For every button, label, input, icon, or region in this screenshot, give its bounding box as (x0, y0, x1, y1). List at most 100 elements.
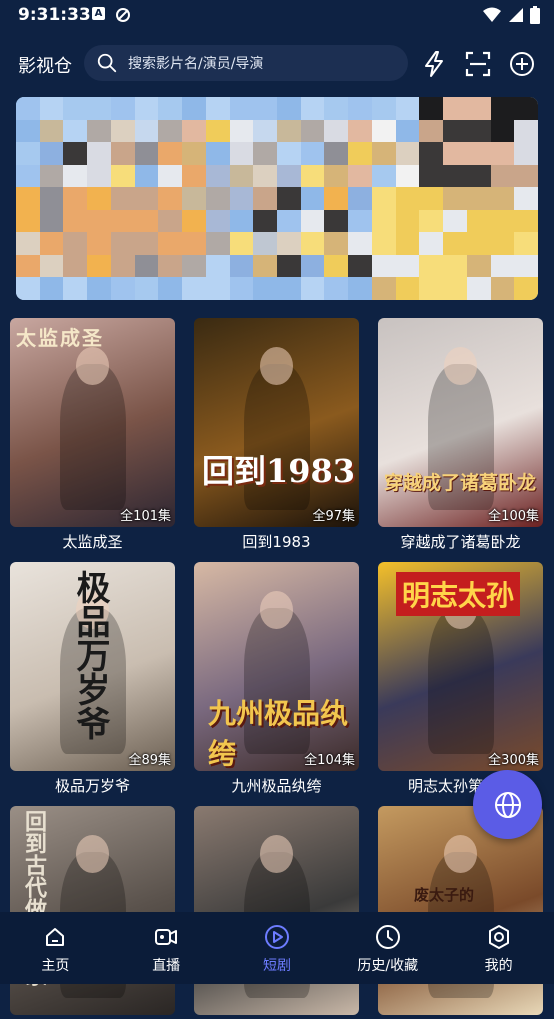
banner-pixel (16, 232, 40, 255)
banner-pixel (63, 232, 88, 255)
banner-pixel (490, 164, 515, 188)
video-card[interactable]: 九州极品纨绔 全104集 九州极品纨绔 (194, 562, 359, 796)
banner-pixel (63, 119, 88, 143)
banner-pixel (276, 277, 301, 300)
banner-pixel (443, 277, 467, 300)
banner-pixel (110, 97, 135, 120)
banner-pixel (16, 119, 40, 143)
video-card[interactable]: 极品万岁爷 全89集 极品万岁爷 (10, 562, 175, 796)
banner-pixel (324, 97, 349, 120)
banner-pixel (300, 142, 325, 165)
banner-pixel (395, 209, 420, 233)
nav-label: 短剧 (262, 958, 291, 974)
banner-pixel (87, 277, 111, 300)
banner-pixel (182, 277, 206, 300)
poster-title-art: 明志太孙 (396, 572, 521, 616)
nav-item-settings[interactable]: 我的 (443, 912, 554, 984)
banner-carousel[interactable] (16, 97, 538, 300)
banner-pixel (63, 254, 88, 278)
banner-pixel (229, 119, 254, 143)
banner-pixel (300, 209, 325, 233)
banner-pixel (371, 97, 396, 120)
banner-pixel (16, 187, 40, 210)
banner-pixel (514, 142, 538, 165)
banner-pixel (324, 187, 349, 210)
search-bar[interactable]: 搜索影片名/演员/导演 (84, 45, 408, 81)
video-card[interactable]: 太监成圣 全101集 太监成圣 (10, 318, 175, 552)
banner-pixel (182, 119, 206, 143)
status-system-icons (482, 6, 540, 24)
banner-pixel (205, 187, 230, 210)
banner-pixel (348, 119, 372, 143)
nav-item-home[interactable]: 主页 (0, 912, 111, 984)
video-card[interactable]: 穿越成了诸葛卧龙 全100集 穿越成了诸葛卧龙 (378, 318, 543, 552)
poster-face (76, 347, 109, 385)
banner-pixel (229, 232, 254, 255)
banner-pixel (253, 164, 277, 188)
banner-pixel (324, 232, 349, 255)
banner-pixel (158, 232, 183, 255)
search-placeholder: 搜索影片名/演员/导演 (128, 56, 264, 72)
nav-label: 直播 (152, 958, 181, 974)
banner-pixel (182, 209, 206, 233)
banner-pixel (466, 277, 491, 300)
banner-pixel (490, 119, 515, 143)
video-card[interactable]: 明志太孙 全300集 明志太孙第一季 (378, 562, 543, 796)
add-icon[interactable] (508, 50, 536, 78)
poster-title-art: 回到1983 (202, 452, 356, 490)
banner-pixel (466, 209, 491, 233)
banner-pixel (348, 97, 372, 120)
video-card[interactable]: 回到1983 全97集 回到1983 (194, 318, 359, 552)
banner-pixel (63, 164, 88, 188)
banner-pixel (39, 97, 64, 120)
nav-item-live-tv[interactable]: 直播 (111, 912, 222, 984)
banner-pixel (39, 232, 64, 255)
banner-pixel (466, 232, 491, 255)
banner-pixel (324, 142, 349, 165)
nav-item-clock[interactable]: 历史/收藏 (332, 912, 443, 984)
video-poster: 九州极品纨绔 全104集 (194, 562, 359, 771)
scan-icon[interactable] (464, 50, 492, 78)
banner-pixel (300, 119, 325, 143)
banner-pixel (182, 142, 206, 165)
top-app-bar: 影视仓 搜索影片名/演员/导演 (0, 44, 554, 84)
banner-pixel (63, 277, 88, 300)
video-title: 太监成圣 (62, 533, 123, 551)
banner-pixel (348, 142, 372, 165)
notification-a-icon: A (92, 7, 105, 20)
banner-pixel (134, 97, 159, 120)
lightning-icon[interactable] (420, 50, 448, 78)
banner-pixel (395, 254, 420, 278)
banner-pixel (514, 119, 538, 143)
banner-pixel (87, 164, 111, 188)
banner-pixel (158, 142, 183, 165)
poster-face (260, 591, 293, 629)
banner-pixel (300, 164, 325, 188)
video-poster: 明志太孙 全300集 (378, 562, 543, 771)
live-tv-icon (155, 929, 178, 945)
battery-icon (530, 6, 540, 24)
poster-face (444, 835, 477, 873)
banner-pixel (253, 97, 277, 120)
banner-pixel (134, 119, 159, 143)
video-title: 穿越成了诸葛卧龙 (400, 533, 521, 551)
banner-pixel (158, 209, 183, 233)
banner-pixel (63, 209, 88, 233)
banner-pixel (229, 142, 254, 165)
banner-pixel (466, 119, 491, 143)
poster-face (444, 347, 477, 385)
banner-pixel (324, 209, 349, 233)
nav-label: 我的 (484, 958, 513, 974)
banner-pixel (134, 277, 159, 300)
banner-pixel (253, 232, 277, 255)
nav-label: 主页 (41, 958, 70, 974)
banner-pixel (205, 209, 230, 233)
banner-pixel (276, 164, 301, 188)
banner-pixel (158, 97, 183, 120)
banner-pixel (443, 142, 467, 165)
banner-pixel (110, 254, 135, 278)
banner-pixel (16, 164, 40, 188)
globe-fab-button[interactable] (473, 770, 542, 839)
nav-item-play-circle[interactable]: 短剧 (222, 912, 333, 984)
settings-icon (488, 925, 509, 949)
